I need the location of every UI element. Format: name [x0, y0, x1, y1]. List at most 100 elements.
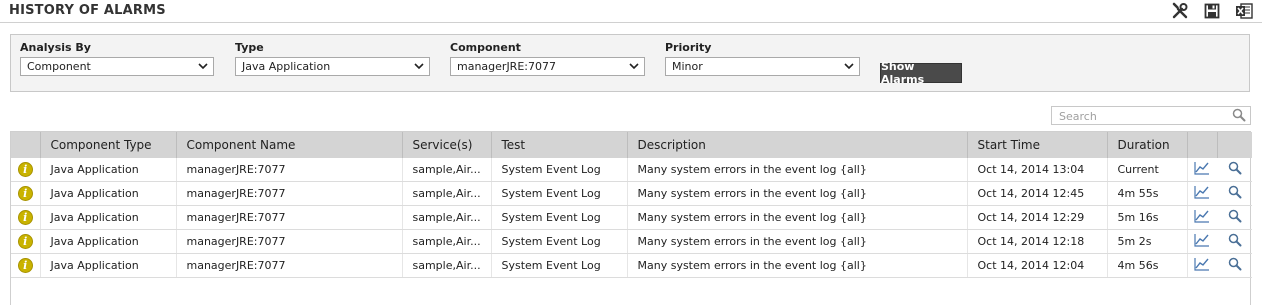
col-header-component-type[interactable]: Component Type [40, 132, 177, 158]
col-header-services[interactable]: Service(s) [402, 132, 492, 158]
graph-icon[interactable] [1194, 233, 1210, 247]
cell-duration: 4m 56s [1107, 253, 1188, 278]
graph-cell [1187, 205, 1217, 230]
search-input[interactable] [1057, 108, 1231, 125]
priority-select[interactable]: Minor [665, 57, 860, 76]
graph-icon[interactable] [1194, 257, 1210, 271]
cell-start-time: Oct 14, 2014 12:45 [967, 181, 1108, 206]
info-icon: i [17, 258, 33, 273]
col-header-start-time[interactable]: Start Time [967, 132, 1108, 158]
table-header-row: Component Type Component Name Service(s)… [11, 132, 1252, 158]
magnifier-icon[interactable] [1228, 185, 1242, 199]
cell-description: Many system errors in the event log {all… [627, 205, 968, 230]
cell-services: sample,Air... [402, 158, 492, 182]
info-icon: i [17, 186, 33, 201]
info-icon: i [17, 162, 33, 177]
cell-duration: Current [1107, 158, 1188, 182]
details-cell [1217, 205, 1252, 230]
graph-cell [1187, 158, 1217, 182]
component-group: Component managerJRE:7077 [450, 41, 645, 76]
cell-component-name: managerJRE:7077 [176, 229, 403, 254]
table-row[interactable]: i Java Application managerJRE:7077 sample,A… [11, 158, 1252, 182]
analysis-by-value: Component [27, 60, 91, 73]
table-row[interactable]: i Java Application managerJRE:7077 sample,A… [11, 181, 1252, 206]
cell-services: sample,Air... [402, 253, 492, 278]
cell-test: System Event Log [491, 229, 628, 254]
priority-group: Priority Minor [665, 41, 860, 76]
cell-start-time: Oct 14, 2014 13:04 [967, 158, 1108, 182]
analysis-by-select[interactable]: Component [20, 57, 214, 76]
component-label: Component [450, 41, 521, 54]
cell-duration: 5m 16s [1107, 205, 1188, 230]
info-icon-cell: i [11, 158, 41, 182]
cell-start-time: Oct 14, 2014 12:04 [967, 253, 1108, 278]
cell-component-name: managerJRE:7077 [176, 181, 403, 206]
filter-panel: Analysis By Component Type Java Applicat… [10, 34, 1250, 92]
info-icon-cell: i [11, 205, 41, 230]
details-cell [1217, 158, 1252, 182]
analysis-by-group: Analysis By Component [20, 41, 214, 76]
graph-icon[interactable] [1194, 209, 1210, 223]
cell-description: Many system errors in the event log {all… [627, 158, 968, 182]
cell-component-type: Java Application [40, 253, 177, 278]
page-title: HISTORY OF ALARMS [9, 3, 166, 18]
cell-duration: 4m 55s [1107, 181, 1188, 206]
priority-label: Priority [665, 41, 712, 54]
graph-icon[interactable] [1194, 185, 1210, 199]
magnifier-icon[interactable] [1228, 233, 1242, 247]
cell-services: sample,Air... [402, 181, 492, 206]
cell-description: Many system errors in the event log {all… [627, 181, 968, 206]
table-row[interactable]: i Java Application managerJRE:7077 sample,A… [11, 229, 1252, 254]
title-bar: HISTORY OF ALARMS [0, 0, 1262, 23]
details-cell [1217, 229, 1252, 254]
cell-component-type: Java Application [40, 158, 177, 182]
cell-component-name: managerJRE:7077 [176, 205, 403, 230]
info-icon-cell: i [11, 229, 41, 254]
tools-icon[interactable] [1170, 1, 1190, 21]
cell-services: sample,Air... [402, 205, 492, 230]
details-cell [1217, 253, 1252, 278]
cell-component-type: Java Application [40, 205, 177, 230]
type-select[interactable]: Java Application [235, 57, 430, 76]
graph-cell [1187, 181, 1217, 206]
cell-component-name: managerJRE:7077 [176, 253, 403, 278]
magnifier-icon[interactable] [1228, 209, 1242, 223]
cell-description: Many system errors in the event log {all… [627, 229, 968, 254]
analysis-by-label: Analysis By [20, 41, 91, 54]
table-row[interactable]: i Java Application managerJRE:7077 sample,A… [11, 253, 1252, 278]
col-header-icon [11, 132, 41, 158]
type-value: Java Application [242, 60, 331, 73]
search-icon[interactable] [1232, 108, 1246, 122]
cell-start-time: Oct 14, 2014 12:18 [967, 229, 1108, 254]
cell-start-time: Oct 14, 2014 12:29 [967, 205, 1108, 230]
save-icon[interactable] [1202, 1, 1222, 21]
col-header-component-name[interactable]: Component Name [176, 132, 403, 158]
chevron-down-icon [414, 63, 424, 70]
cell-services: sample,Air... [402, 229, 492, 254]
details-cell [1217, 181, 1252, 206]
info-icon: i [17, 234, 33, 249]
magnifier-icon[interactable] [1228, 161, 1242, 175]
component-select[interactable]: managerJRE:7077 [450, 57, 645, 76]
search-box [1051, 106, 1251, 125]
alarms-table: Component Type Component Name Service(s)… [10, 131, 1252, 305]
graph-icon[interactable] [1194, 161, 1210, 175]
chevron-down-icon [198, 63, 208, 70]
info-icon: i [17, 210, 33, 225]
cell-test: System Event Log [491, 205, 628, 230]
graph-cell [1187, 229, 1217, 254]
cell-component-type: Java Application [40, 229, 177, 254]
type-label: Type [235, 41, 264, 54]
excel-export-icon[interactable] [1234, 1, 1254, 21]
col-header-graph [1187, 132, 1218, 158]
type-group: Type Java Application [235, 41, 430, 76]
col-header-test[interactable]: Test [491, 132, 628, 158]
component-value: managerJRE:7077 [457, 60, 556, 73]
table-row[interactable]: i Java Application managerJRE:7077 sample,A… [11, 205, 1252, 230]
info-icon-cell: i [11, 253, 41, 278]
col-header-duration[interactable]: Duration [1107, 132, 1188, 158]
show-alarms-button[interactable]: Show Alarms [880, 60, 962, 86]
magnifier-icon[interactable] [1228, 257, 1242, 271]
col-header-description[interactable]: Description [627, 132, 968, 158]
chevron-down-icon [629, 63, 639, 70]
